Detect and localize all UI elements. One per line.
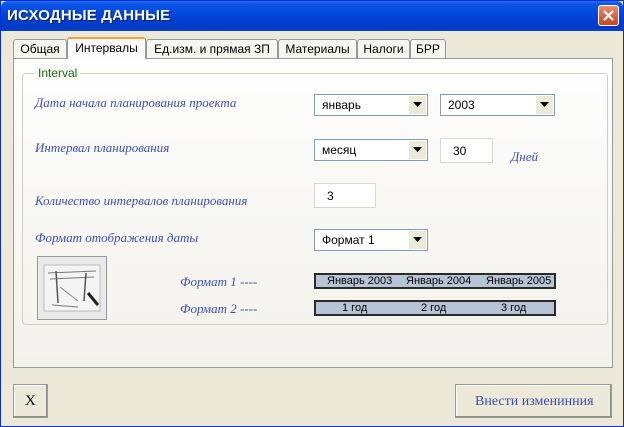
interval-unit-value: месяц — [322, 143, 357, 157]
interval-count-input[interactable]: 3 — [314, 183, 376, 208]
format1-item: Январь 2003 — [327, 275, 393, 287]
sketch-icon — [43, 264, 101, 312]
dropdown-arrow-icon[interactable] — [409, 231, 426, 249]
format-preview-image — [37, 256, 107, 320]
window-close-button[interactable] — [598, 5, 619, 26]
format1-item: Январь 2005 — [486, 275, 552, 287]
days-unit-label: Дней — [511, 149, 538, 164]
cancel-x-button[interactable]: X — [13, 384, 48, 418]
close-icon — [603, 10, 614, 21]
date-format-select[interactable]: Формат 1 — [314, 229, 428, 251]
apply-changes-label: Внести изменинния — [475, 394, 594, 409]
tab-brr[interactable]: БРР — [410, 39, 446, 58]
start-date-label: Дата начала планирования проекта — [35, 95, 237, 110]
interval-count-label: Количество интервалов планирования — [35, 193, 248, 208]
tab-general[interactable]: Общая — [13, 39, 67, 58]
format2-item: 2 год — [421, 302, 447, 314]
window-title: ИСХОДНЫЕ ДАННЫЕ — [7, 7, 171, 24]
format1-label: Формат 1 ---- — [180, 274, 258, 289]
date-format-value: Формат 1 — [322, 233, 375, 247]
title-bar[interactable]: ИСХОДНЫЕ ДАННЫЕ — [1, 1, 623, 31]
format1-preview-bar: Январь 2003 Январь 2004 Январь 2005 — [314, 273, 556, 289]
format2-item: 3 год — [501, 302, 527, 314]
tab-units-salary[interactable]: Ед.изм. и прямая ЗП — [146, 39, 278, 58]
tab-materials[interactable]: Материалы — [278, 39, 357, 58]
start-month-value: январь — [322, 98, 361, 112]
tab-taxes[interactable]: Налоги — [357, 39, 410, 58]
apply-changes-button[interactable]: Внести изменинния — [455, 384, 612, 418]
dropdown-arrow-icon[interactable] — [536, 96, 553, 114]
format2-item: 1 год — [342, 302, 368, 314]
interval-label: Интервал планирования — [35, 140, 170, 155]
group-legend: Interval — [35, 66, 81, 80]
dropdown-arrow-icon[interactable] — [409, 141, 426, 159]
interval-count-value: 3 — [327, 189, 334, 203]
format1-item: Январь 2004 — [406, 275, 472, 287]
interval-days-input[interactable]: 30 — [440, 138, 493, 163]
date-format-label: Формат отображения даты — [35, 230, 199, 245]
tab-intervals[interactable]: Интервалы — [67, 37, 146, 59]
format2-preview-bar: 1 год 2 год 3 год — [314, 300, 556, 316]
dialog-window: ИСХОДНЫЕ ДАННЫЕ Общая Интервалы Ед.изм. … — [0, 0, 624, 427]
dropdown-arrow-icon[interactable] — [409, 96, 426, 114]
start-year-value: 2003 — [448, 98, 475, 112]
format2-label: Формат 2 ---- — [180, 301, 258, 316]
start-year-select[interactable]: 2003 — [440, 94, 555, 116]
start-month-select[interactable]: январь — [314, 94, 428, 116]
interval-days-value: 30 — [453, 144, 467, 158]
cancel-x-label: X — [25, 393, 36, 409]
interval-unit-select[interactable]: месяц — [314, 139, 428, 161]
